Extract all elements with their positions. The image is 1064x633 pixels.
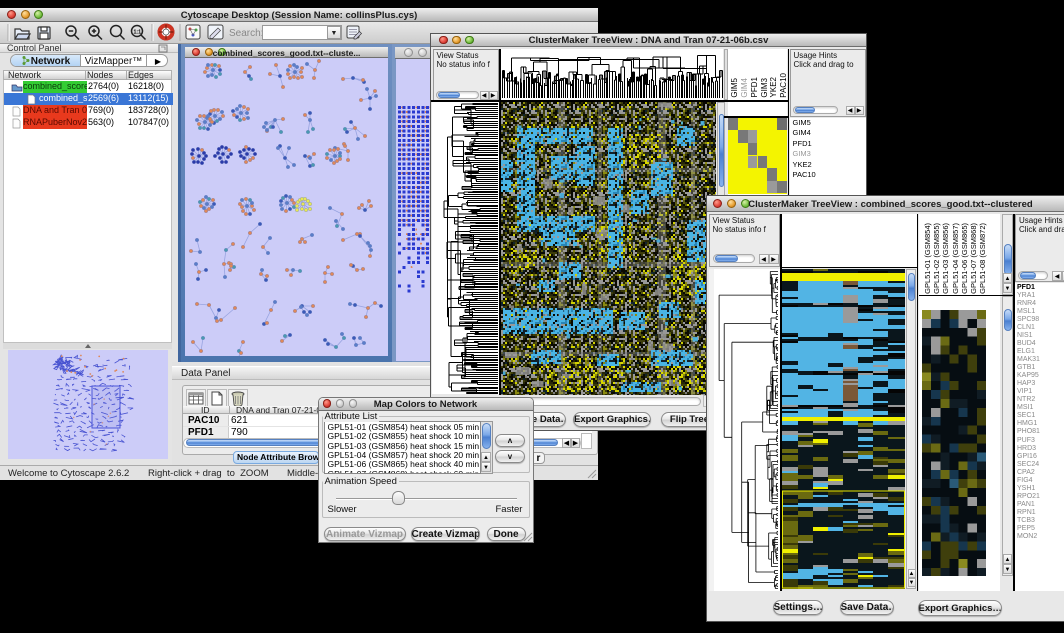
svg-text:Search:: Search: — [229, 28, 263, 39]
svg-text:1:1: 1:1 — [134, 30, 142, 36]
